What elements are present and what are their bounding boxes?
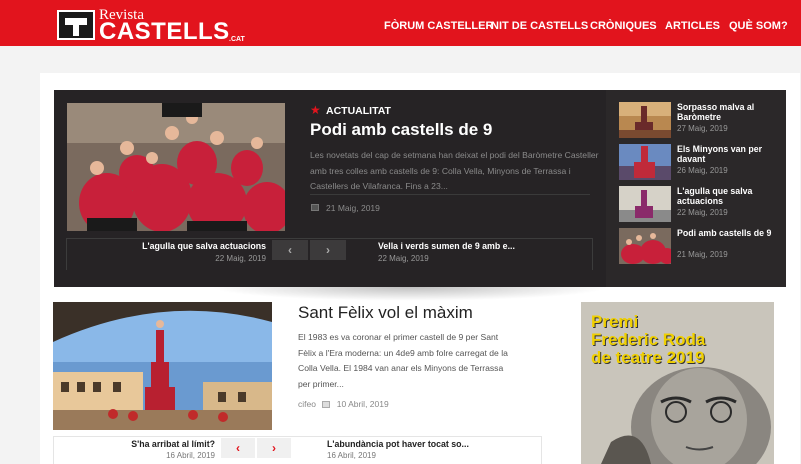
sidebar-item-title[interactable]: Els Minyons van per davant: [677, 144, 781, 164]
chevron-left-icon[interactable]: ‹: [221, 438, 255, 458]
prev-post-title[interactable]: L'agulla que salva actuacions: [142, 241, 266, 251]
nav-croniques[interactable]: CRÒNIQUES: [590, 20, 657, 32]
chevron-right-icon[interactable]: ›: [257, 438, 291, 458]
post-excerpt: El 1983 es va coronar el primer castell …: [298, 332, 508, 389]
next-post-title[interactable]: L'abundància pot haver tocat so...: [327, 439, 469, 449]
ad-line: Premi: [591, 312, 639, 331]
human-tower-thumb-icon: [619, 228, 671, 264]
featured-image[interactable]: [67, 103, 285, 231]
ad-line: de teatre 2019: [591, 348, 705, 367]
ad-line: Frederic Roda: [591, 330, 706, 349]
prev-post-date: 22 Maig, 2019: [215, 254, 266, 263]
sidebar-item-date: 27 Maig, 2019: [677, 124, 728, 133]
post-image[interactable]: [53, 302, 272, 430]
slider-shadow: [210, 287, 610, 301]
prev-post-title[interactable]: S'ha arribat al límit?: [131, 439, 215, 449]
nav-nit-de-castells[interactable]: NIT DE CASTELLS: [491, 20, 588, 32]
human-tower-thumb-icon: [619, 102, 671, 138]
logo-castle-icon: [57, 10, 95, 40]
post-meta: cifeo 10 Abril, 2019: [298, 399, 389, 409]
logo-main-text: CASTELLS: [99, 18, 230, 45]
star-icon: ★: [310, 103, 321, 117]
chevron-right-icon[interactable]: ›: [310, 240, 346, 260]
calendar-icon: [322, 401, 331, 408]
featured-excerpt: Les novetats del cap de setmana han deix…: [310, 150, 599, 191]
sidebar-item-date: 22 Maig, 2019: [677, 208, 728, 217]
featured-title[interactable]: Podi amb castells de 9: [310, 120, 492, 140]
site-header: Revista CASTELLS .CAT FÒRUM CASTELLER NI…: [0, 0, 801, 46]
sidebar-item-title[interactable]: L'agulla que salva actuacions: [677, 186, 781, 206]
site-logo[interactable]: Revista CASTELLS .CAT: [57, 8, 247, 44]
post-date: 10 Abril, 2019: [336, 399, 389, 409]
featured-arrows: ‹ ›: [272, 240, 346, 260]
post-arrows: ‹ ›: [221, 438, 291, 458]
featured-category[interactable]: ACTUALITAT: [326, 105, 391, 117]
nav-articles[interactable]: ARTICLES: [665, 20, 720, 32]
calendar-icon: [311, 204, 319, 211]
sidebar-item-date: 21 Maig, 2019: [677, 250, 728, 259]
featured-divider: [310, 194, 590, 195]
sidebar-item-title[interactable]: Sorpasso malva al Baròmetre: [677, 102, 781, 122]
next-post-title[interactable]: Vella i verds sumen de 9 amb e...: [378, 241, 515, 251]
chevron-left-icon[interactable]: ‹: [272, 240, 308, 260]
nav-que-som[interactable]: QUÈ SOM?: [729, 20, 788, 32]
advertisement-banner[interactable]: Premi Frederic Roda de teatre 2019: [581, 302, 774, 464]
human-tower-thumb-icon: [619, 144, 671, 180]
sidebar-item-title[interactable]: Podi amb castells de 9: [677, 228, 781, 238]
post-author[interactable]: cifeo: [298, 399, 316, 409]
logo-suffix: .CAT: [229, 36, 245, 43]
featured-date: 21 Maig, 2019: [326, 203, 380, 213]
post-title[interactable]: Sant Fèlix vol el màxim: [298, 303, 473, 323]
next-post-date: 22 Maig, 2019: [378, 254, 429, 263]
human-tower-thumb-icon: [619, 186, 671, 222]
nav-forum-casteller[interactable]: FÒRUM CASTELLER: [384, 20, 493, 32]
prev-post-date: 16 Abril, 2019: [166, 451, 215, 460]
next-post-date: 16 Abril, 2019: [327, 451, 376, 460]
sidebar-item-date: 26 Maig, 2019: [677, 166, 728, 175]
